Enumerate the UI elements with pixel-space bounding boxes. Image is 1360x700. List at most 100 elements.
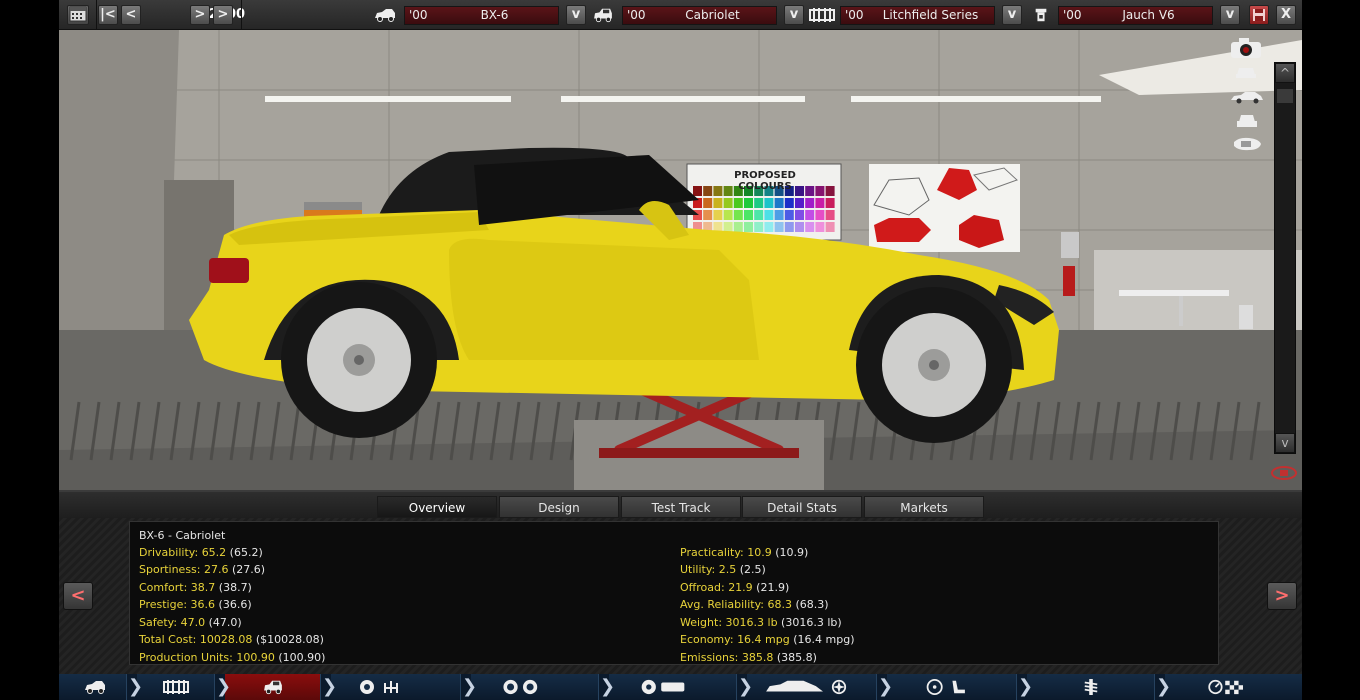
trim-year: '00	[627, 8, 646, 22]
chevron-right-icon: ❯	[322, 676, 338, 697]
rear-view-icon[interactable]	[1235, 112, 1259, 130]
stage-body-aero[interactable]	[747, 674, 877, 700]
stat-base-value: (2.5)	[736, 563, 766, 576]
close-button[interactable]: X	[1276, 5, 1296, 25]
engine-gearbox-icon	[360, 680, 398, 694]
stat-label: Economy:	[680, 633, 738, 646]
car-trim-icon	[594, 8, 612, 23]
stat-sportiness: Sportiness: 27.6 (27.6)	[139, 563, 265, 576]
stat-avg-reliability: Avg. Reliability: 68.3 (68.3)	[680, 598, 829, 611]
year-next-button[interactable]: >	[190, 5, 210, 25]
stat-weight: Weight: 3016.3 lb (3016.3 lb)	[680, 616, 842, 629]
stage-test-drive[interactable]	[1165, 674, 1302, 700]
stat-value: 27.6	[204, 563, 229, 576]
car-3d-viewport[interactable]: PROPOSED COLOURS ^ v	[59, 30, 1302, 490]
camera-icon[interactable]	[1229, 36, 1263, 60]
tab-overview[interactable]: Overview	[377, 496, 497, 518]
tab-detail-stats[interactable]: Detail Stats	[742, 496, 862, 518]
front-view-icon[interactable]	[1234, 64, 1258, 80]
wheels-icon	[503, 679, 538, 695]
stat-label: Avg. Reliability:	[680, 598, 768, 611]
tab-test-track[interactable]: Test Track	[621, 496, 741, 518]
design-stage-bar: ❯ ❯ ❯ ❯ ❯ ❯ ❯ ❯ ❯	[59, 674, 1302, 700]
scroll-up-button[interactable]: ^	[1275, 63, 1295, 83]
stat-economy: Economy: 16.4 mpg (16.4 mpg)	[680, 633, 854, 646]
top-view-icon[interactable]	[1231, 134, 1263, 154]
divider	[96, 0, 97, 30]
chevron-right-icon: ❯	[738, 676, 754, 697]
brakes-icon	[641, 679, 685, 695]
stage-model[interactable]	[59, 674, 127, 700]
stat-label: Practicality:	[680, 546, 748, 559]
chassis-selector[interactable]: '00 Litchfield Series	[840, 6, 995, 25]
calendar-icon[interactable]	[67, 5, 89, 25]
chevron-right-icon: ❯	[878, 676, 894, 697]
chevron-right-icon: ❯	[1156, 676, 1172, 697]
chevron-right-icon: ❯	[216, 676, 232, 697]
year-next-fast-button[interactable]: >	[213, 5, 233, 25]
reset-view-icon[interactable]	[1270, 462, 1298, 484]
stat-base-value: (36.6)	[215, 598, 252, 611]
poster-title: PROPOSED COLOURS	[734, 170, 796, 192]
tab-markets[interactable]: Markets	[864, 496, 984, 518]
year-prev-button[interactable]: <	[121, 5, 141, 25]
scroll-thumb[interactable]	[1277, 89, 1293, 103]
chassis-year: '00	[845, 8, 864, 22]
trim-selector[interactable]: '00 Cabriolet	[622, 6, 777, 25]
stat-value: 10028.08	[199, 633, 253, 646]
trim-dropdown-button[interactable]: v	[784, 5, 804, 25]
chassis-name: Litchfield Series	[882, 8, 979, 22]
engine-year: '00	[1063, 8, 1082, 22]
tab-design[interactable]: Design	[499, 496, 619, 518]
stat-value: 2.5	[718, 563, 737, 576]
chassis-icon	[163, 680, 189, 694]
stage-wheels[interactable]	[471, 674, 599, 700]
stat-prestige: Prestige: 36.6 (36.6)	[139, 598, 252, 611]
test-drive-icon	[1208, 679, 1243, 695]
side-view-icon[interactable]	[1229, 90, 1265, 104]
stat-total-cost: Total Cost: 10028.08 ($10028.08)	[139, 633, 324, 646]
top-toolbar: |< < 2000 > > '00 BX-6 v '00 Cabriolet v…	[59, 0, 1302, 30]
stat-practicality: Practicality: 10.9 (10.9)	[680, 546, 808, 559]
stat-base-value: (3016.3 lb)	[777, 616, 842, 629]
stat-base-value: (27.6)	[228, 563, 266, 576]
garage-scene	[59, 30, 1302, 490]
year-prev-fast-button[interactable]: |<	[98, 5, 118, 25]
body-aero-icon	[766, 679, 847, 695]
engine-selector[interactable]: '00 Jauch V6	[1058, 6, 1213, 25]
tab-bar: Overview Design Test Track Detail Stats …	[59, 490, 1302, 518]
prev-car-button[interactable]: <	[63, 582, 93, 610]
scroll-down-button[interactable]: v	[1275, 433, 1295, 453]
car-trim-icon	[264, 680, 282, 695]
front-wheel	[856, 287, 1012, 443]
view-scrollbar[interactable]: ^ v	[1274, 62, 1296, 454]
stat-base-value: (68.3)	[792, 598, 829, 611]
stage-suspension[interactable]	[1027, 674, 1155, 700]
stage-interior[interactable]	[887, 674, 1017, 700]
rear-wheel	[281, 282, 437, 438]
stat-label: Weight:	[680, 616, 726, 629]
stat-base-value: (38.7)	[215, 581, 252, 594]
model-dropdown-button[interactable]: v	[566, 5, 586, 25]
chassis-dropdown-button[interactable]: v	[1002, 5, 1022, 25]
overview-panel: BX-6 - Cabriolet Drivability: 65.2 (65.2…	[129, 521, 1219, 665]
stage-chassis[interactable]	[137, 674, 215, 700]
engine-dropdown-button[interactable]: v	[1220, 5, 1240, 25]
stage-brakes[interactable]	[609, 674, 737, 700]
model-year: '00	[409, 8, 428, 22]
next-car-button[interactable]: >	[1267, 582, 1297, 610]
save-icon[interactable]	[1249, 5, 1269, 25]
engine-name: Jauch V6	[1122, 8, 1175, 22]
stage-engine-gearbox[interactable]	[331, 674, 461, 700]
stat-label: Safety:	[139, 616, 181, 629]
stat-value: 21.9	[728, 581, 753, 594]
suspension-icon	[1084, 679, 1098, 695]
stat-value: 38.7	[190, 581, 216, 594]
stat-label: Sportiness:	[139, 563, 204, 576]
stage-trim[interactable]	[225, 674, 321, 700]
car-model-icon	[85, 681, 105, 694]
model-selector[interactable]: '00 BX-6	[404, 6, 559, 25]
stat-base-value: (21.9)	[752, 581, 790, 594]
info-area: < > BX-6 - Cabriolet Drivability: 65.2 (…	[59, 518, 1302, 674]
stat-safety: Safety: 47.0 (47.0)	[139, 616, 242, 629]
